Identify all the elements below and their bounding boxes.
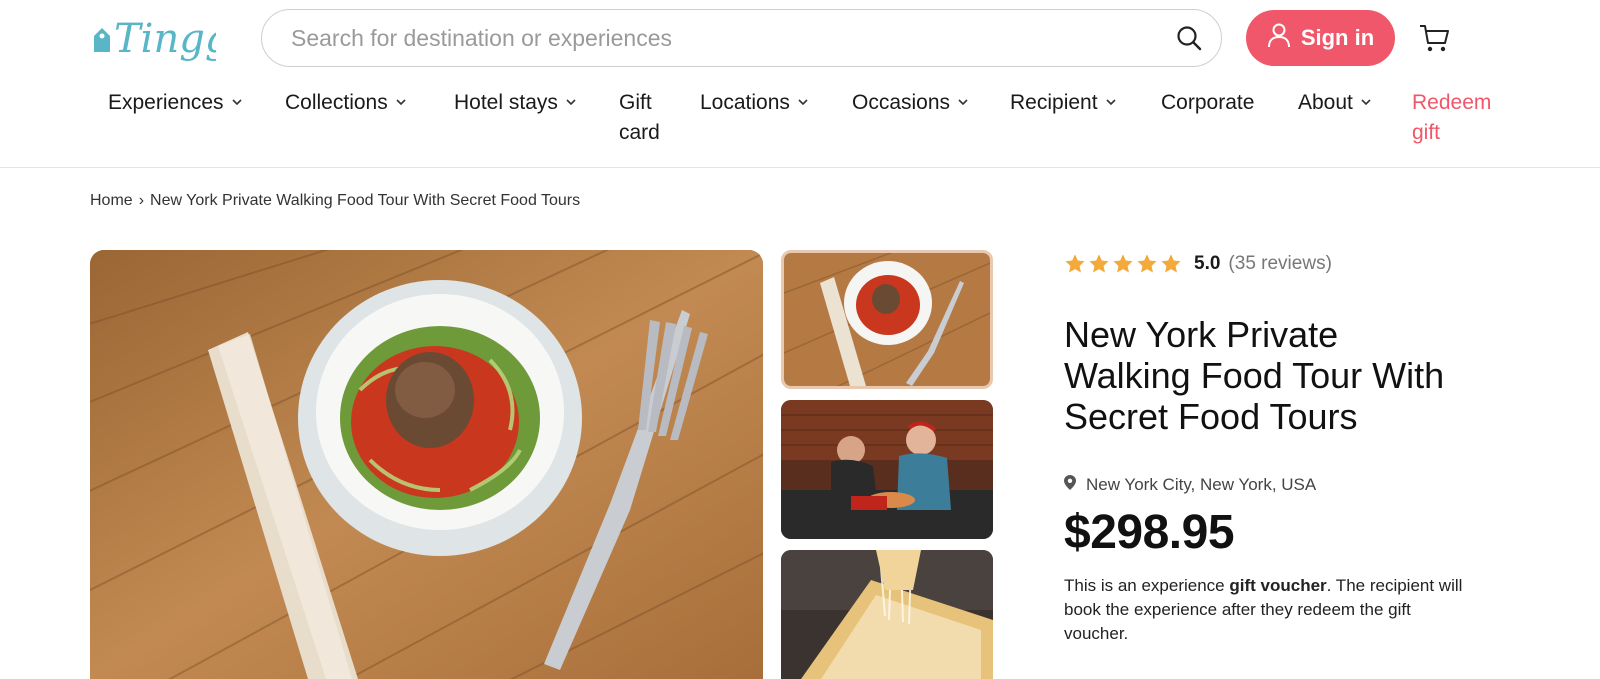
- chevron-down-icon: [396, 99, 406, 106]
- nav-redeem-gift[interactable]: Redeem gift: [1412, 88, 1491, 148]
- rating-count[interactable]: (35 reviews): [1228, 253, 1331, 275]
- desc-part-1: This is an experience: [1064, 576, 1230, 595]
- nav-hotel-stays[interactable]: Hotel stays: [454, 88, 576, 118]
- nav-label: Occasions: [852, 91, 951, 114]
- chevron-down-icon: [566, 99, 576, 106]
- chevron-down-icon: [958, 99, 968, 106]
- nav-locations[interactable]: Locations: [700, 88, 808, 118]
- food-bowl-image: [90, 250, 763, 679]
- search-input[interactable]: [291, 24, 1175, 52]
- sign-in-label: Sign in: [1300, 25, 1375, 50]
- location-pin-icon: [1064, 475, 1076, 495]
- product-description: This is an experience gift voucher. The …: [1064, 574, 1464, 646]
- breadcrumb-separator: ›: [138, 192, 145, 209]
- sign-in-button[interactable]: Sign in: [1246, 10, 1395, 66]
- nav-corporate[interactable]: Corporate: [1161, 88, 1254, 118]
- nav-label-line2: card: [619, 121, 660, 144]
- logo-mark: Tinggly: [94, 16, 216, 62]
- thumbnail-1[interactable]: [781, 250, 993, 389]
- chevron-down-icon: [798, 99, 808, 106]
- nav-label-line1: Redeem: [1412, 91, 1492, 114]
- chevron-down-icon: [1105, 99, 1116, 106]
- chevron-down-icon: [1361, 99, 1371, 106]
- star-icon: [1065, 254, 1085, 273]
- nav-experiences[interactable]: Experiences: [108, 88, 242, 118]
- tinggly-logo[interactable]: Tinggly: [90, 6, 216, 72]
- thumbnail-food-bowl: [784, 253, 990, 386]
- product-price: $298.95: [1064, 506, 1235, 559]
- product-details: 5.0 (35 reviews) New York Private Walkin…: [1064, 250, 1484, 646]
- nav-label: Corporate: [1161, 91, 1255, 114]
- thumbnail-people-eating: [781, 400, 993, 539]
- rating-stars: [1064, 253, 1182, 275]
- svg-text:Tinggly: Tinggly: [114, 16, 216, 62]
- user-icon: [1267, 22, 1291, 54]
- rating: 5.0 (35 reviews): [1064, 250, 1484, 278]
- nav-label: Collections: [285, 91, 388, 114]
- nav-recipient[interactable]: Recipient: [1010, 88, 1116, 118]
- nav-about[interactable]: About: [1298, 88, 1371, 118]
- location-text: New York City, New York, USA: [1086, 475, 1317, 494]
- search-bar[interactable]: [261, 9, 1222, 67]
- product-title: New York Private Walking Food Tour With …: [1064, 314, 1445, 437]
- thumbnail-2[interactable]: [781, 400, 993, 539]
- nav-collections[interactable]: Collections: [285, 88, 406, 118]
- nav-label: Recipient: [1010, 91, 1098, 114]
- nav-occasions[interactable]: Occasions: [852, 88, 968, 118]
- star-icon: [1113, 254, 1133, 273]
- breadcrumb-home[interactable]: Home: [90, 192, 133, 210]
- nav-label: About: [1298, 91, 1353, 114]
- site-header: Tinggly Sign in Experiences Collections …: [0, 0, 1600, 168]
- nav-gift-card[interactable]: Gift card: [619, 88, 660, 148]
- main-product-image[interactable]: [90, 250, 763, 679]
- star-icon: [1161, 254, 1181, 273]
- rating-value: 5.0: [1194, 253, 1221, 274]
- breadcrumb-current: New York Private Walking Food Tour With …: [150, 192, 581, 209]
- thumbnail-3[interactable]: [781, 550, 993, 679]
- nav-label-line1: Gift: [619, 91, 652, 114]
- star-icon: [1089, 254, 1109, 273]
- desc-bold: gift voucher: [1229, 576, 1327, 595]
- search-icon[interactable]: [1175, 24, 1203, 52]
- chevron-down-icon: [231, 99, 242, 106]
- main-nav: Experiences Collections Hotel stays Gift…: [0, 88, 1600, 158]
- nav-label: Locations: [700, 91, 790, 114]
- nav-label: Experiences: [108, 91, 224, 114]
- breadcrumb: Home › New York Private Walking Food Tou…: [90, 192, 580, 210]
- cart-icon[interactable]: [1418, 22, 1450, 54]
- product-location: New York City, New York, USA: [1064, 475, 1484, 495]
- thumbnail-pizza: [781, 550, 993, 679]
- star-icon: [1137, 254, 1157, 273]
- nav-label: Hotel stays: [454, 91, 558, 114]
- nav-label-line2: gift: [1412, 121, 1441, 144]
